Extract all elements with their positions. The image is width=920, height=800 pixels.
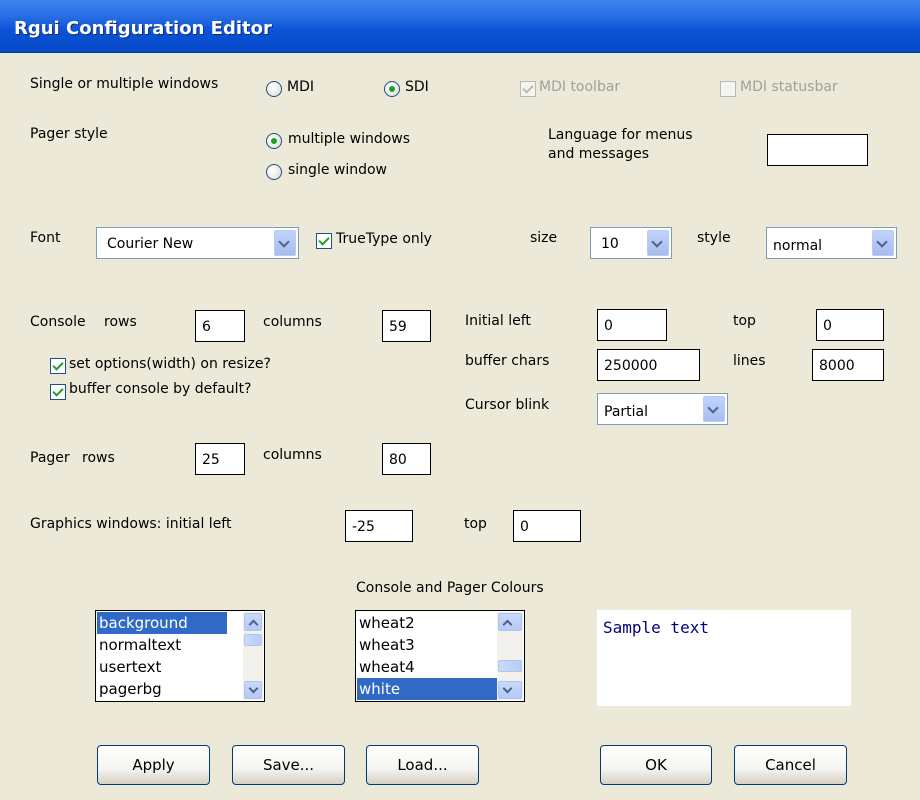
pager-columns-input[interactable]: 80 <box>382 443 431 475</box>
cursor-blink-value: Partial <box>604 404 648 420</box>
sdi-radio-label[interactable]: SDI <box>405 79 429 95</box>
sdi-radio[interactable] <box>384 81 400 97</box>
language-label-line2: and messages <box>548 146 650 162</box>
colour-element-scrollbar[interactable] <box>243 612 263 700</box>
list-item[interactable]: background <box>97 612 227 634</box>
truetype-only-checkbox[interactable] <box>316 233 332 249</box>
pager-multiple-label[interactable]: multiple windows <box>288 131 410 147</box>
set-options-label[interactable]: set options(width) on resize? <box>69 356 271 372</box>
cancel-button[interactable]: Cancel <box>734 745 847 785</box>
graphics-top-input[interactable]: 0 <box>513 510 581 542</box>
truetype-only-label[interactable]: TrueType only <box>336 231 432 247</box>
list-item[interactable]: wheat2 <box>357 612 499 634</box>
scroll-thumb[interactable] <box>244 634 262 646</box>
ok-button[interactable]: OK <box>600 745 712 785</box>
initial-left-label: Initial left <box>465 313 531 329</box>
font-style-label: style <box>697 230 731 246</box>
graphics-left-input[interactable]: -25 <box>345 510 413 542</box>
graphics-left-label: Graphics windows: initial left <box>30 516 232 532</box>
buffer-chars-label: buffer chars <box>465 353 550 369</box>
chevron-down-icon[interactable] <box>647 230 669 256</box>
console-top-label: top <box>733 313 756 329</box>
title-bar[interactable]: Rgui Configuration Editor <box>0 0 920 53</box>
mdi-statusbar-label: MDI statusbar <box>740 79 838 95</box>
console-columns-label: columns <box>263 314 322 330</box>
colour-value-scrollbar[interactable] <box>497 612 523 700</box>
scroll-down-icon[interactable] <box>498 681 522 699</box>
scroll-up-icon[interactable] <box>498 613 522 631</box>
cursor-blink-select[interactable]: Partial <box>597 393 728 425</box>
colour-element-listbox[interactable]: background normaltext usertext pagerbg <box>95 610 265 702</box>
apply-button[interactable]: Apply <box>97 745 210 785</box>
pager-rows-input[interactable]: 25 <box>195 443 245 475</box>
font-size-label: size <box>530 230 558 246</box>
windows-mode-label: Single or multiple windows <box>30 76 219 92</box>
mdi-toolbar-checkbox[interactable] <box>520 81 536 97</box>
chevron-down-icon[interactable] <box>703 396 725 422</box>
language-input[interactable] <box>767 134 868 166</box>
font-size-select[interactable]: 10 <box>590 227 672 259</box>
sample-text-preview: Sample text <box>597 610 851 706</box>
list-item[interactable]: usertext <box>97 656 227 678</box>
language-label-line1: Language for menus <box>548 127 693 143</box>
scroll-down-icon[interactable] <box>244 681 262 699</box>
font-size-value: 10 <box>601 236 619 252</box>
mdi-toolbar-label: MDI toolbar <box>539 79 621 95</box>
buffer-console-checkbox[interactable] <box>50 384 66 400</box>
colour-value-listbox[interactable]: wheat2 wheat3 wheat4 white <box>355 610 525 702</box>
console-rows-label: rows <box>104 314 137 330</box>
colours-title: Console and Pager Colours <box>356 580 544 596</box>
cursor-blink-label: Cursor blink <box>465 397 550 413</box>
chevron-down-icon[interactable] <box>872 230 894 256</box>
pager-single-label[interactable]: single window <box>288 162 387 178</box>
pager-label: Pager <box>30 450 70 466</box>
pager-single-radio[interactable] <box>266 164 282 180</box>
pager-style-label: Pager style <box>30 126 108 142</box>
save-button[interactable]: Save... <box>232 745 345 785</box>
console-columns-input[interactable]: 59 <box>382 310 431 342</box>
scroll-up-icon[interactable] <box>244 613 262 631</box>
pager-rows-label: rows <box>82 450 115 466</box>
graphics-top-label: top <box>464 516 487 532</box>
initial-left-input[interactable]: 0 <box>597 309 667 341</box>
console-top-input[interactable]: 0 <box>816 309 884 341</box>
list-item[interactable]: wheat3 <box>357 634 499 656</box>
buffer-chars-input[interactable]: 250000 <box>597 349 700 381</box>
list-item[interactable]: white <box>357 678 499 700</box>
mdi-statusbar-checkbox[interactable] <box>720 81 736 97</box>
pager-columns-label: columns <box>263 447 322 463</box>
font-style-select[interactable]: normal <box>766 227 897 259</box>
window-title: Rgui Configuration Editor <box>14 18 272 39</box>
buffer-console-label[interactable]: buffer console by default? <box>69 381 252 397</box>
set-options-checkbox[interactable] <box>50 358 66 374</box>
console-label: Console <box>30 314 86 330</box>
lines-input[interactable]: 8000 <box>812 349 884 381</box>
mdi-radio-label[interactable]: MDI <box>287 79 314 95</box>
lines-label: lines <box>733 353 766 369</box>
console-rows-input[interactable]: 6 <box>195 310 245 342</box>
list-item[interactable]: pagerbg <box>97 678 227 700</box>
pager-multiple-radio[interactable] <box>266 133 282 149</box>
list-item[interactable]: normaltext <box>97 634 227 656</box>
font-style-value: normal <box>773 238 823 254</box>
chevron-down-icon[interactable] <box>274 230 296 256</box>
mdi-radio[interactable] <box>266 81 282 97</box>
font-label: Font <box>30 230 61 246</box>
font-family-select[interactable]: Courier New <box>96 227 299 259</box>
list-item[interactable]: wheat4 <box>357 656 499 678</box>
font-family-value: Courier New <box>107 236 194 252</box>
load-button[interactable]: Load... <box>366 745 479 785</box>
scroll-thumb[interactable] <box>498 660 522 672</box>
